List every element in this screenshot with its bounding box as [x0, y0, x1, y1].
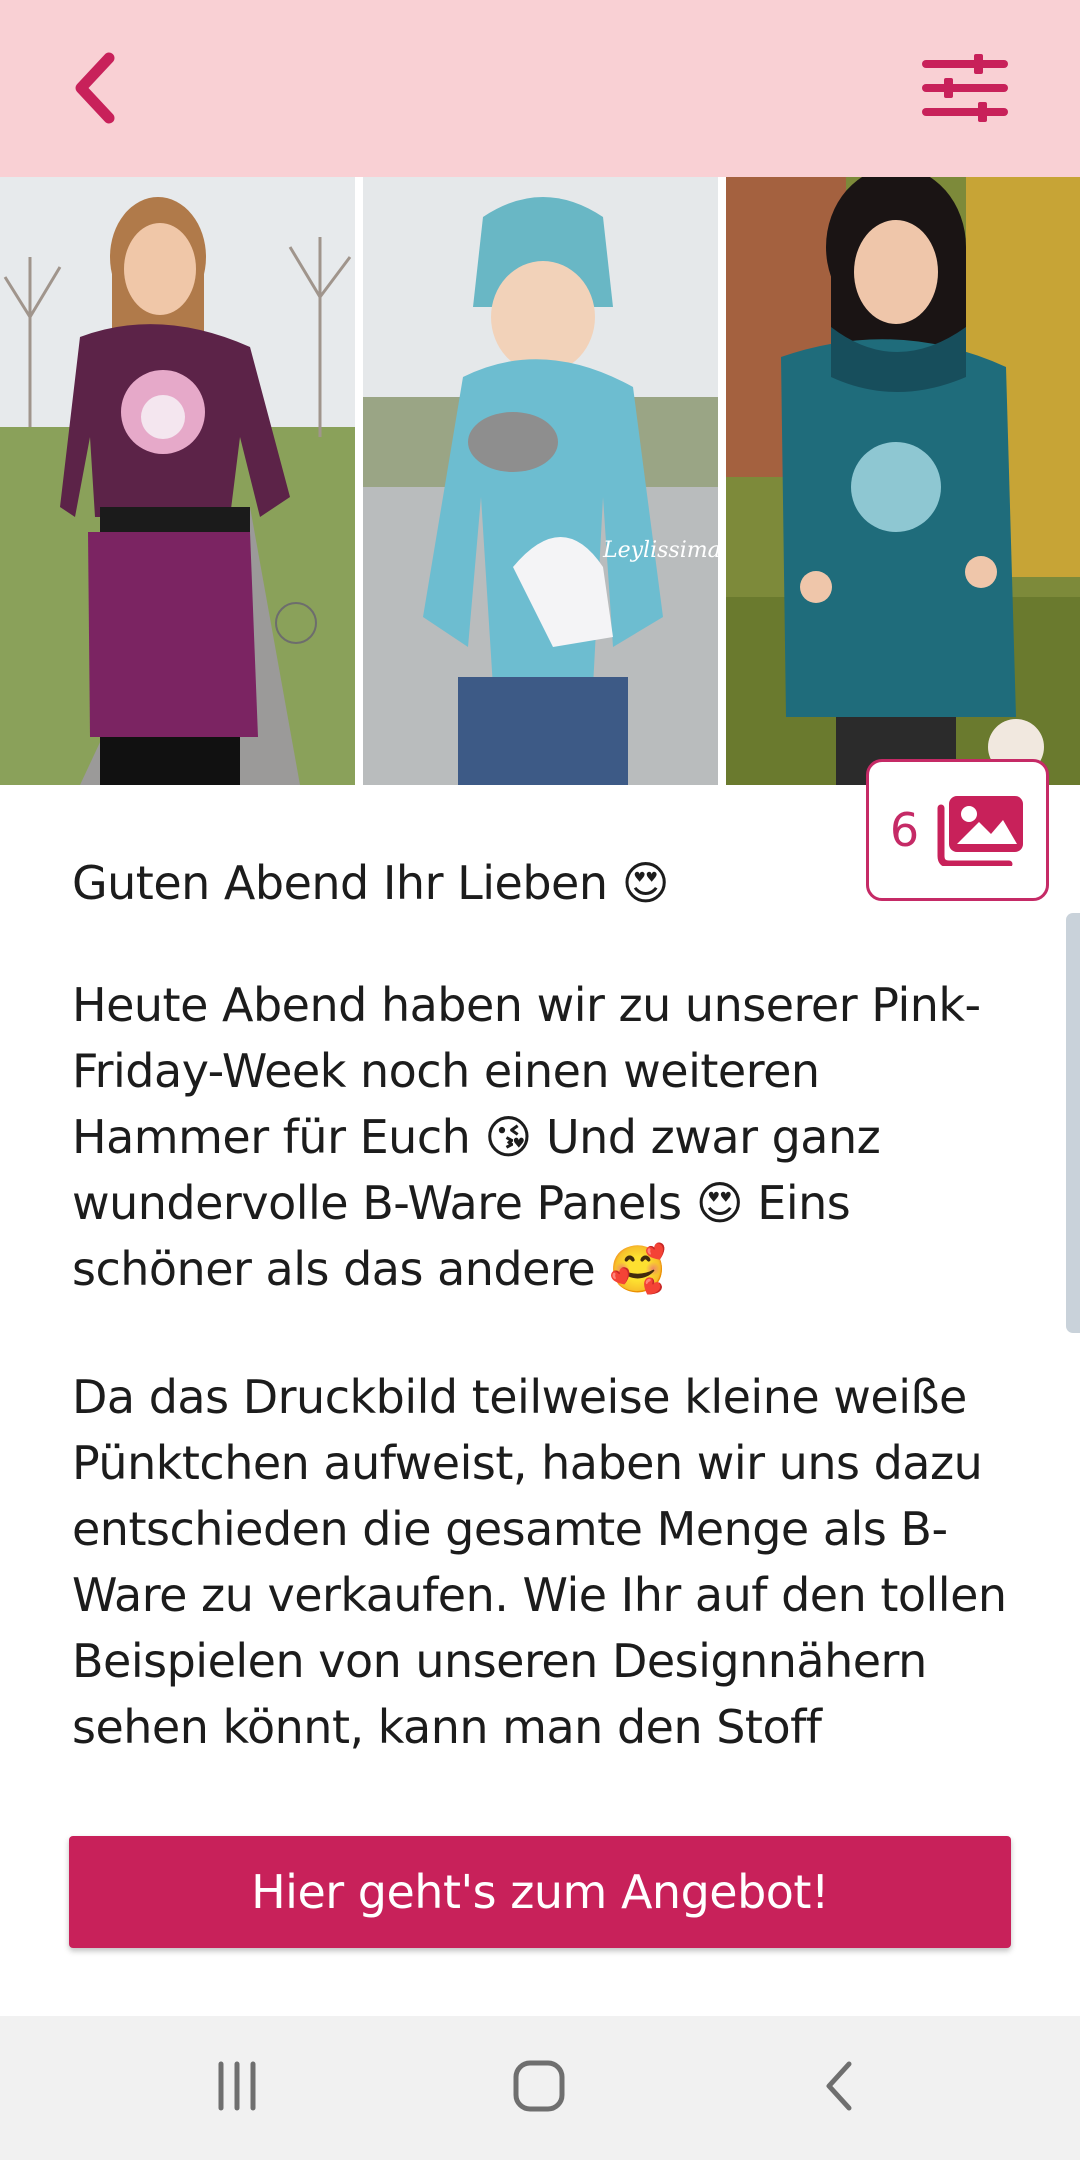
article-greeting: Guten Abend Ihr Lieben 😍 — [72, 856, 670, 910]
back-icon — [826, 2061, 852, 2111]
recent-apps-button[interactable] — [182, 2036, 292, 2136]
back-button[interactable] — [50, 40, 140, 136]
article-body: Guten Abend Ihr Lieben 😍 Heute Abend hab… — [72, 850, 1012, 1768]
offer-button-label: Hier geht's zum Angebot! — [251, 1865, 829, 1919]
scrollbar[interactable] — [1066, 913, 1080, 1333]
offer-button[interactable]: Hier geht's zum Angebot! — [69, 1836, 1011, 1948]
gallery-photo-2[interactable]: Leylissima — [363, 177, 718, 785]
article-paragraph: Heute Abend haben wir zu unserer Pink-Fr… — [72, 978, 981, 1296]
chevron-left-icon — [75, 52, 115, 124]
image-gallery: Leylissima 6 — [0, 177, 1080, 901]
gallery-photo-1[interactable] — [0, 177, 355, 785]
app-header — [0, 0, 1080, 177]
svg-text:Leylissima: Leylissima — [602, 538, 718, 563]
gallery-photo-3[interactable] — [726, 177, 1080, 785]
photo-count: 6 — [889, 803, 920, 857]
system-navigation-bar — [0, 2016, 1080, 2160]
photo-woman-teal-dress — [726, 177, 1080, 785]
filter-button[interactable] — [915, 40, 1015, 136]
photo-child-horse-hoodie: Leylissima — [363, 177, 718, 785]
home-button[interactable] — [484, 2036, 594, 2136]
photo-woman-deer-sweater — [0, 177, 355, 785]
sliders-icon — [922, 54, 1008, 122]
article-paragraph: Da das Druckbild teilweise kleine weiße … — [72, 1370, 1007, 1768]
system-back-button[interactable] — [786, 2036, 896, 2136]
recent-apps-icon — [218, 2061, 256, 2111]
home-icon — [513, 2060, 565, 2112]
